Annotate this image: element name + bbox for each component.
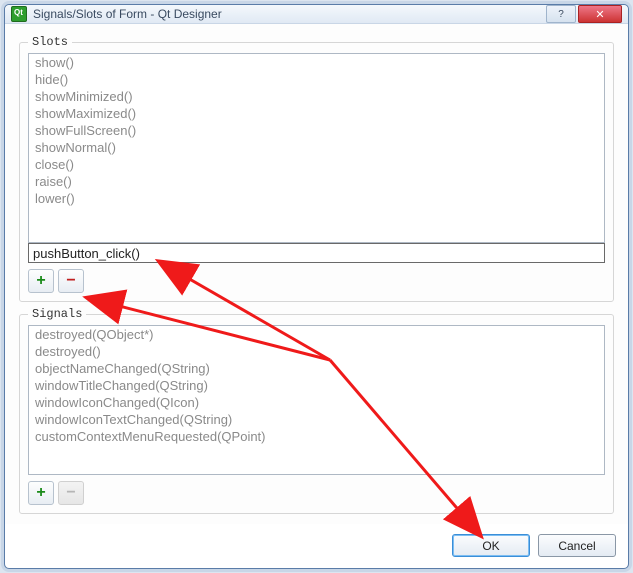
dialog-content: Slots show()hide()showMinimized()showMax…: [5, 24, 628, 524]
remove-signal-button: −: [58, 481, 84, 505]
list-item[interactable]: hide(): [29, 71, 604, 88]
titlebar[interactable]: Signals/Slots of Form - Qt Designer: [5, 5, 628, 24]
list-item[interactable]: showMinimized(): [29, 88, 604, 105]
list-item[interactable]: destroyed(): [29, 343, 604, 360]
signals-label: Signals: [28, 307, 86, 321]
list-item[interactable]: showNormal(): [29, 139, 604, 156]
slots-listbox[interactable]: show()hide()showMinimized()showMaximized…: [28, 53, 605, 243]
list-item[interactable]: lower(): [29, 190, 604, 207]
slot-edit-row: [28, 243, 605, 263]
list-item[interactable]: show(): [29, 54, 604, 71]
dialog-window: Signals/Slots of Form - Qt Designer Slot…: [4, 4, 629, 569]
app-icon: [11, 6, 27, 22]
list-item[interactable]: windowTitleChanged(QString): [29, 377, 604, 394]
list-item[interactable]: objectNameChanged(QString): [29, 360, 604, 377]
remove-slot-button[interactable]: −: [58, 269, 84, 293]
minus-icon: −: [66, 272, 75, 290]
cancel-button[interactable]: Cancel: [538, 534, 616, 557]
plus-icon: +: [36, 272, 45, 290]
ok-button[interactable]: OK: [452, 534, 530, 557]
list-item[interactable]: showFullScreen(): [29, 122, 604, 139]
list-item[interactable]: windowIconChanged(QIcon): [29, 394, 604, 411]
add-signal-button[interactable]: +: [28, 481, 54, 505]
slots-label: Slots: [28, 35, 72, 49]
dialog-footer: OK Cancel: [5, 524, 628, 569]
minus-icon: −: [66, 484, 75, 502]
window-title: Signals/Slots of Form - Qt Designer: [33, 7, 544, 21]
list-item[interactable]: customContextMenuRequested(QPoint): [29, 428, 604, 445]
help-button[interactable]: [546, 5, 576, 23]
plus-icon: +: [36, 484, 45, 502]
slot-name-input[interactable]: [29, 246, 604, 261]
signals-listbox[interactable]: destroyed(QObject*)destroyed()objectName…: [28, 325, 605, 475]
list-item[interactable]: windowIconTextChanged(QString): [29, 411, 604, 428]
list-item[interactable]: showMaximized(): [29, 105, 604, 122]
add-slot-button[interactable]: +: [28, 269, 54, 293]
slots-group: Slots show()hide()showMinimized()showMax…: [19, 42, 614, 302]
signals-group: Signals destroyed(QObject*)destroyed()ob…: [19, 314, 614, 514]
list-item[interactable]: raise(): [29, 173, 604, 190]
list-item[interactable]: destroyed(QObject*): [29, 326, 604, 343]
close-button[interactable]: [578, 5, 622, 23]
list-item[interactable]: close(): [29, 156, 604, 173]
